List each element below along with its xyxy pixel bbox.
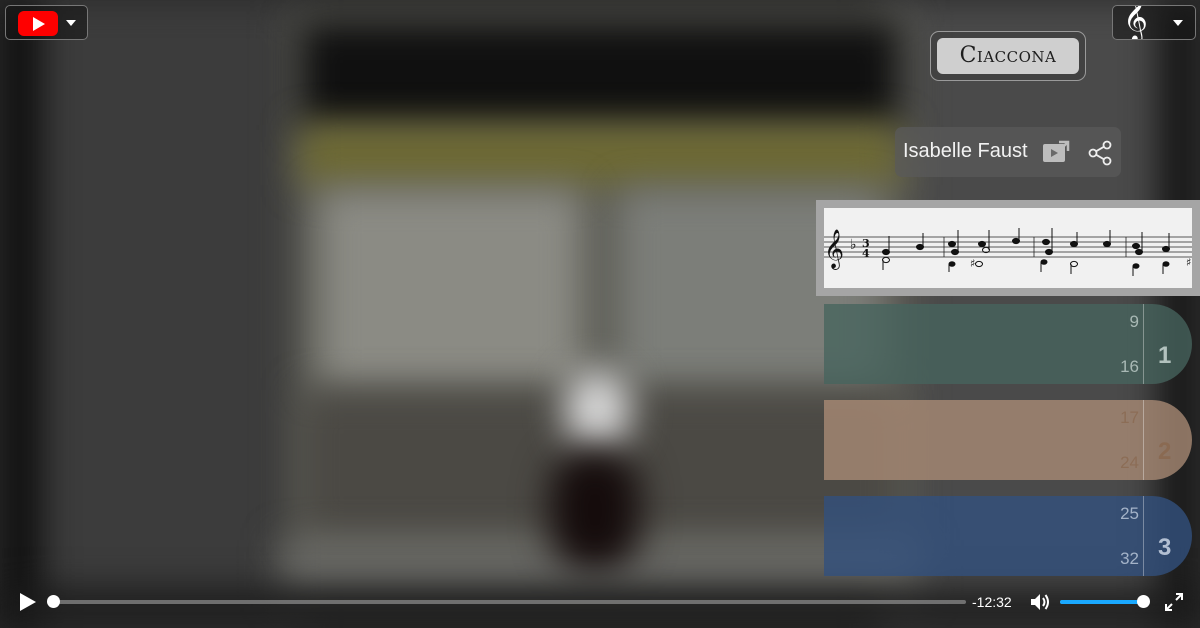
section-1[interactable]: 9 16 1: [824, 304, 1192, 384]
section-number: 1: [1158, 342, 1172, 369]
svg-text:♯: ♯: [1186, 256, 1191, 269]
section-bar-start: 25: [1120, 504, 1139, 523]
treble-clef-icon: 𝄞: [1123, 5, 1148, 40]
chevron-down-icon: [66, 20, 76, 26]
page-title: Ciaccona: [959, 43, 1057, 68]
performer-panel: Isabelle Faust: [895, 127, 1121, 177]
volume-slider[interactable]: [1060, 600, 1146, 604]
section-number: 2: [1158, 438, 1172, 465]
performer-name[interactable]: Isabelle Faust: [903, 140, 1028, 163]
title-badge[interactable]: Ciaccona: [930, 31, 1086, 81]
chevron-down-icon: [1173, 20, 1183, 26]
section-bar-end: 16: [1120, 357, 1139, 376]
section-bar-start: 9: [1129, 312, 1139, 331]
volume-level: [1060, 600, 1146, 604]
clef-menu-button[interactable]: 𝄞: [1112, 5, 1196, 40]
section-3[interactable]: 25 32 3: [824, 496, 1192, 576]
youtube-menu-button[interactable]: [5, 5, 88, 40]
title-plate: Ciaccona: [937, 38, 1079, 74]
youtube-logo-icon: [18, 11, 58, 36]
video-background: [300, 125, 900, 185]
section-bar-end: 24: [1120, 453, 1139, 472]
video-background: [300, 20, 900, 130]
volume-icon[interactable]: [1029, 592, 1051, 612]
fullscreen-icon[interactable]: [1165, 593, 1183, 611]
video-external-link-icon[interactable]: [1042, 140, 1070, 164]
score-excerpt[interactable]: 𝄞 ♭ 3 4 ♯ ♯: [824, 208, 1192, 288]
svg-text:4: 4: [862, 247, 870, 260]
time-remaining: -12:32: [972, 594, 1012, 610]
section-bar-start: 17: [1120, 408, 1139, 427]
svg-text:𝄞: 𝄞: [824, 229, 844, 270]
section-divider: [1143, 400, 1144, 480]
svg-text:♯: ♯: [970, 257, 975, 270]
progress-bar[interactable]: [54, 600, 966, 604]
section-divider: [1143, 304, 1144, 384]
video-background: [0, 590, 1200, 628]
svg-text:♭: ♭: [850, 237, 857, 253]
video-background: [320, 190, 580, 390]
progress-handle[interactable]: [47, 595, 60, 608]
section-2[interactable]: 17 24 2: [824, 400, 1192, 480]
section-bar-end: 32: [1120, 549, 1139, 568]
play-button[interactable]: [18, 592, 38, 612]
volume-handle[interactable]: [1137, 595, 1150, 608]
share-icon[interactable]: [1088, 140, 1112, 166]
video-background: [0, 0, 300, 628]
section-divider: [1143, 496, 1144, 576]
score-notation: 𝄞 ♭ 3 4 ♯ ♯: [824, 228, 1192, 276]
performer-silhouette: [565, 370, 630, 450]
performer-silhouette: [550, 450, 640, 570]
section-number: 3: [1158, 534, 1172, 561]
video-background: [0, 0, 40, 628]
